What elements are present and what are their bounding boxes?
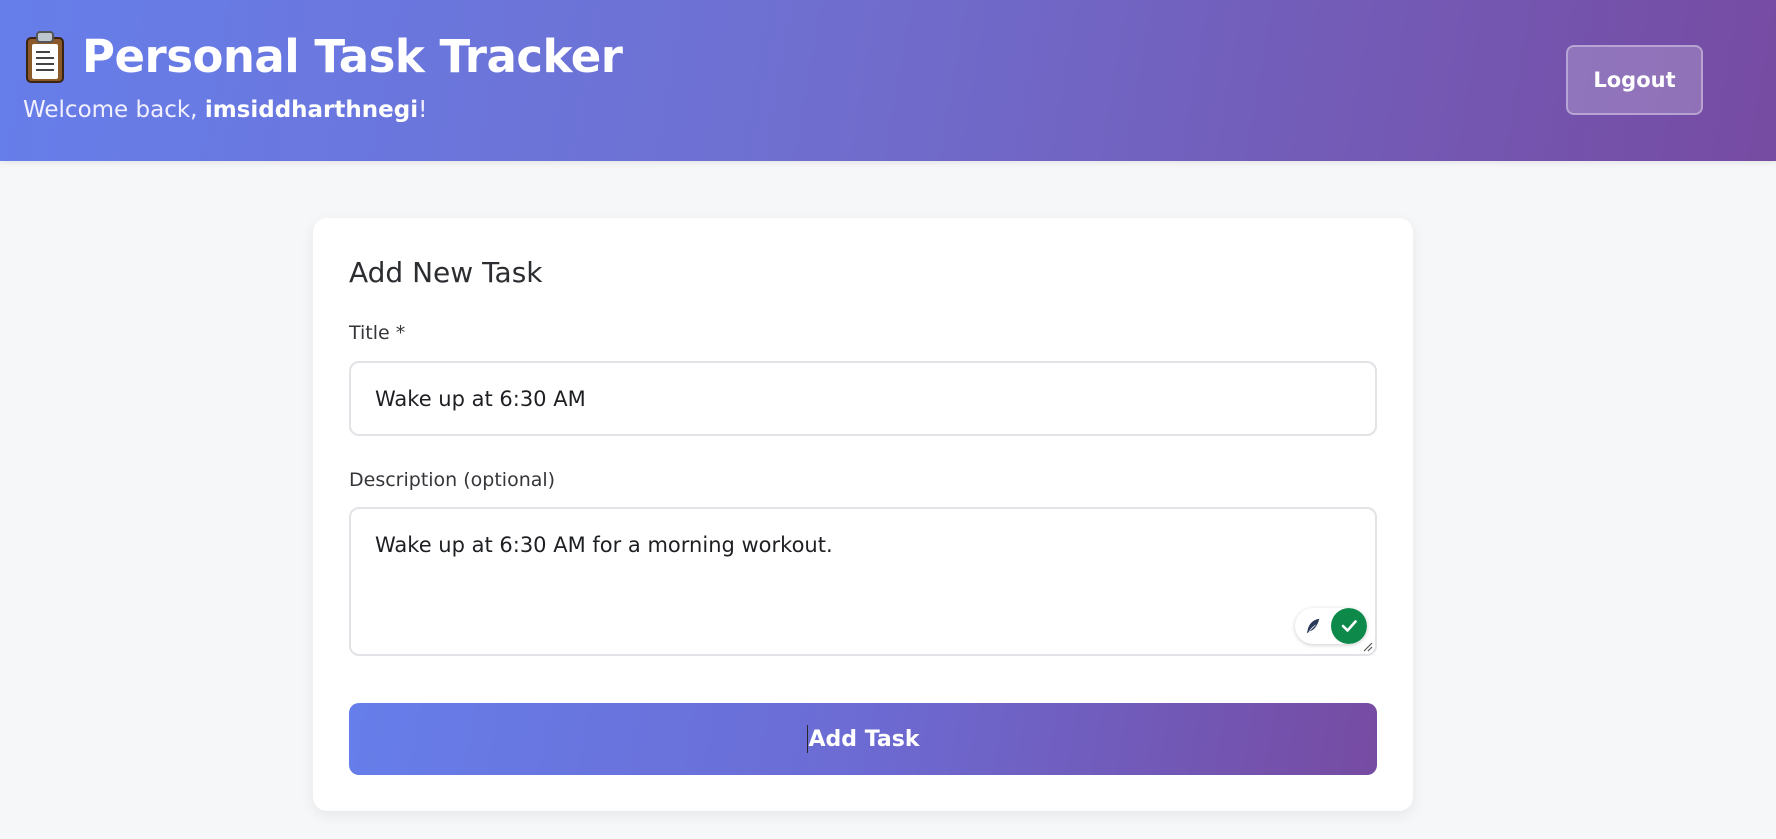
title-input-value: Wake up at 6:30 AM bbox=[375, 386, 586, 411]
add-task-card: Add New Task Title * Wake up at 6:30 AM … bbox=[313, 218, 1413, 811]
resize-handle-icon[interactable] bbox=[1361, 640, 1373, 652]
title-label: Title * bbox=[349, 322, 406, 344]
feather-icon[interactable] bbox=[1295, 608, 1331, 644]
grammar-assistant-widget[interactable] bbox=[1295, 608, 1367, 644]
text-cursor bbox=[806, 725, 808, 753]
form-heading: Add New Task bbox=[349, 256, 543, 289]
add-task-button[interactable]: Add Task bbox=[349, 703, 1377, 775]
app-header: Personal Task Tracker Welcome back, imsi… bbox=[0, 0, 1776, 161]
description-label: Description (optional) bbox=[349, 469, 556, 491]
welcome-prefix: Welcome back, bbox=[23, 97, 205, 123]
description-textarea-value: Wake up at 6:30 AM for a morning workout… bbox=[375, 533, 833, 557]
logout-button[interactable]: Logout bbox=[1566, 45, 1703, 115]
welcome-message: Welcome back, imsiddharthnegi! bbox=[23, 97, 427, 123]
checkmark-icon[interactable] bbox=[1331, 608, 1367, 644]
title-input[interactable]: Wake up at 6:30 AM bbox=[349, 361, 1377, 436]
description-textarea[interactable]: Wake up at 6:30 AM for a morning workout… bbox=[349, 507, 1377, 656]
username: imsiddharthnegi bbox=[204, 97, 419, 123]
add-task-button-label: Add Task bbox=[808, 726, 920, 752]
brand: Personal Task Tracker bbox=[24, 30, 623, 83]
welcome-suffix: ! bbox=[418, 97, 428, 123]
clipboard-icon bbox=[24, 30, 66, 83]
app-title: Personal Task Tracker bbox=[82, 30, 623, 83]
